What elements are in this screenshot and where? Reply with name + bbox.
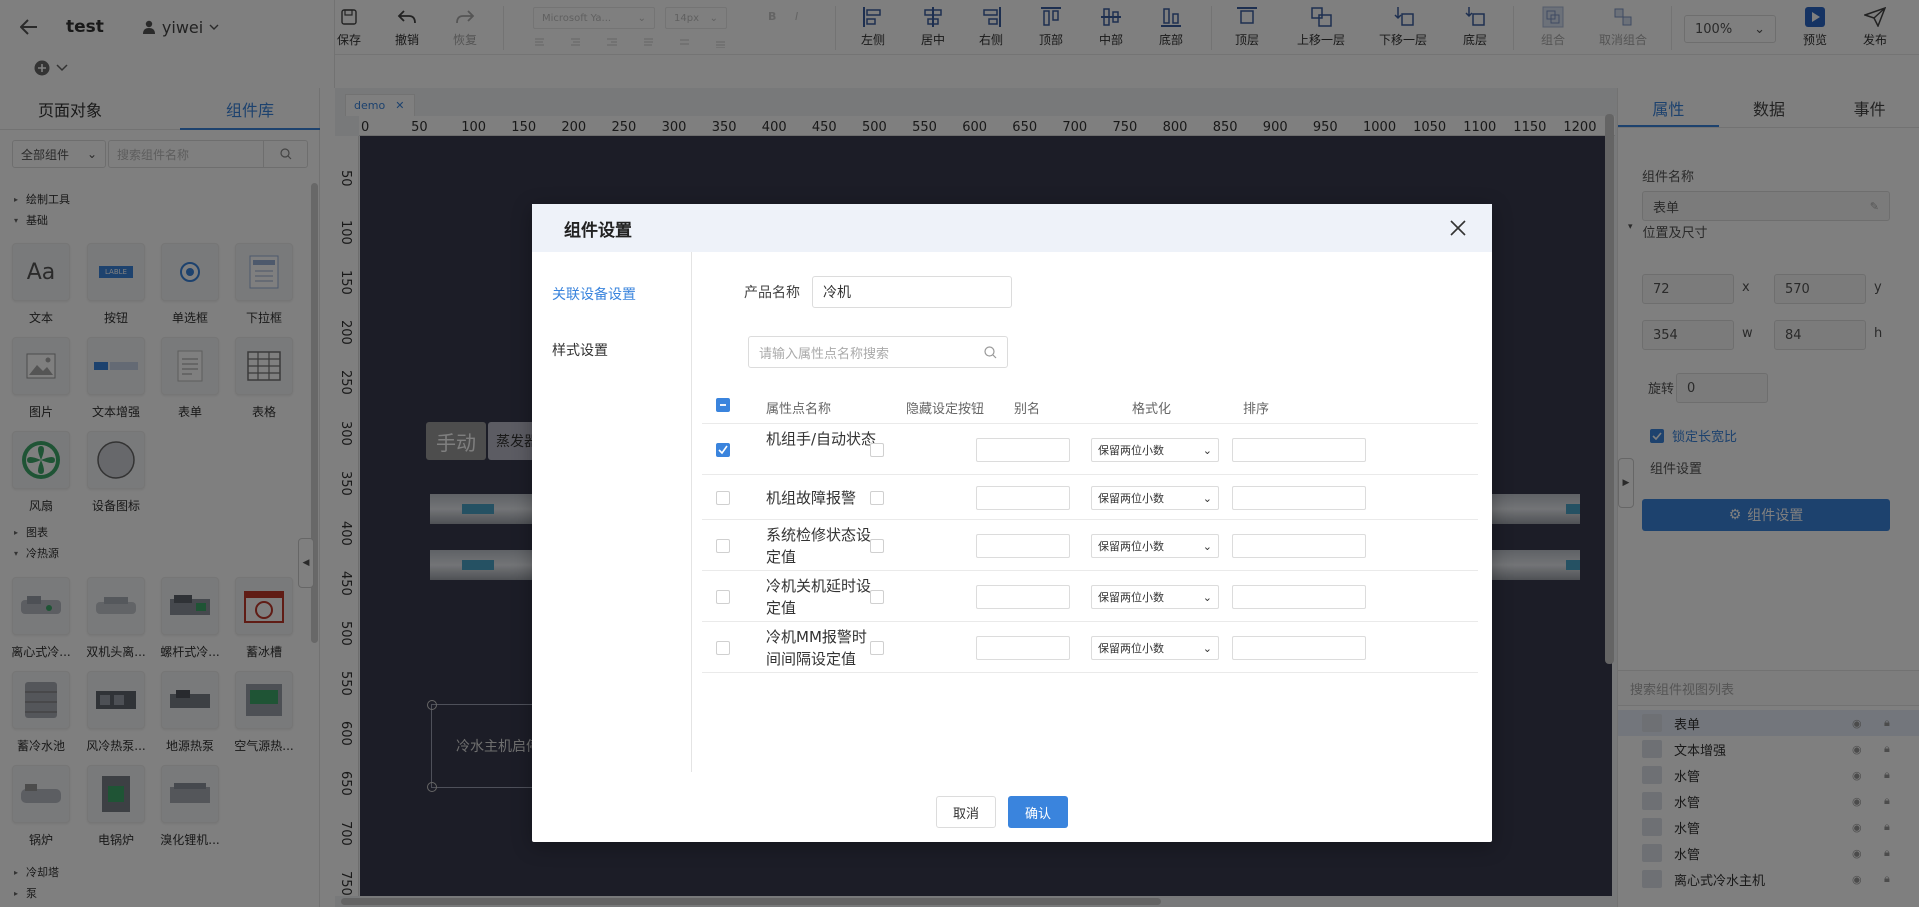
chevron-down-icon: ⌄ <box>1202 590 1212 604</box>
chevron-down-icon: ⌄ <box>1202 641 1212 655</box>
column-sort: 排序 <box>1243 402 1270 417</box>
dialog-header: 组件设置 <box>532 204 1492 252</box>
row-select-checkbox[interactable] <box>716 590 730 604</box>
alias-input[interactable] <box>976 636 1070 660</box>
nav-linked-device[interactable]: 关联设备设置 <box>552 284 636 304</box>
attribute-name: 冷机MM报警时间间隔设定值 <box>766 628 867 668</box>
table-row: 冷机MM报警时间间隔设定值 保留两位小数 ⌄ <box>702 623 1478 673</box>
chevron-down-icon: ⌄ <box>1202 539 1212 553</box>
sort-input[interactable] <box>1232 438 1366 462</box>
table-row: 冷机关机延时设定值 保留两位小数 ⌄ <box>702 572 1478 622</box>
product-name-input[interactable]: 冷机 <box>812 276 1012 308</box>
hide-button-checkbox[interactable] <box>870 539 884 553</box>
chevron-down-icon: ⌄ <box>1202 491 1212 505</box>
format-select[interactable]: 保留两位小数 ⌄ <box>1091 636 1219 660</box>
row-select-checkbox[interactable] <box>716 443 730 457</box>
format-select[interactable]: 保留两位小数 ⌄ <box>1091 534 1219 558</box>
sort-input[interactable] <box>1232 486 1366 510</box>
chevron-down-icon: ⌄ <box>1202 443 1212 457</box>
table-row: 机组故障报警 保留两位小数 ⌄ <box>702 476 1478 520</box>
select-all-checkbox[interactable] <box>716 398 730 412</box>
table-row: 系统检修状态设定值 保留两位小数 ⌄ <box>702 521 1478 571</box>
attribute-table-header: 属性点名称 隐藏设定按钮 别名 格式化 排序 <box>702 386 1478 424</box>
attribute-name: 冷机关机延时设定值 <box>766 577 872 617</box>
column-attribute-name: 属性点名称 <box>766 402 832 417</box>
format-select[interactable]: 保留两位小数 ⌄ <box>1091 585 1219 609</box>
table-row: 机组手/自动状态 保留两位小数 ⌄ <box>702 425 1478 475</box>
hide-button-checkbox[interactable] <box>870 443 884 457</box>
sort-input[interactable] <box>1232 534 1366 558</box>
component-settings-dialog: 组件设置 关联设备设置 样式设置 产品名称 冷机 请输入属性点名称搜索 属性点名… <box>532 204 1492 842</box>
hide-button-checkbox[interactable] <box>870 491 884 505</box>
attribute-name: 机组故障报警 <box>766 489 857 507</box>
hide-button-checkbox[interactable] <box>870 590 884 604</box>
column-format: 格式化 <box>1132 402 1172 417</box>
attribute-search-input[interactable]: 请输入属性点名称搜索 <box>748 336 1008 368</box>
close-icon[interactable] <box>1444 214 1472 242</box>
alias-input[interactable] <box>976 438 1070 462</box>
product-name-label: 产品名称 <box>744 285 800 301</box>
row-select-checkbox[interactable] <box>716 641 730 655</box>
attribute-name: 机组手/自动状态 <box>766 430 877 448</box>
dialog-nav: 关联设备设置 样式设置 <box>532 252 692 772</box>
alias-input[interactable] <box>976 534 1070 558</box>
alias-input[interactable] <box>976 486 1070 510</box>
alias-input[interactable] <box>976 585 1070 609</box>
row-select-checkbox[interactable] <box>716 491 730 505</box>
format-select[interactable]: 保留两位小数 ⌄ <box>1091 486 1219 510</box>
nav-style-settings[interactable]: 样式设置 <box>552 340 608 360</box>
confirm-button[interactable]: 确认 <box>1008 796 1068 828</box>
column-hide-button: 隐藏设定按钮 <box>906 402 985 417</box>
sort-input[interactable] <box>1232 585 1366 609</box>
row-select-checkbox[interactable] <box>716 539 730 553</box>
cancel-button[interactable]: 取消 <box>936 796 996 828</box>
hide-button-checkbox[interactable] <box>870 641 884 655</box>
dialog-title: 组件设置 <box>564 220 632 241</box>
attribute-name: 系统检修状态设定值 <box>766 526 872 566</box>
sort-input[interactable] <box>1232 636 1366 660</box>
column-alias: 别名 <box>1014 402 1041 417</box>
search-icon <box>984 345 997 358</box>
format-select[interactable]: 保留两位小数 ⌄ <box>1091 438 1219 462</box>
